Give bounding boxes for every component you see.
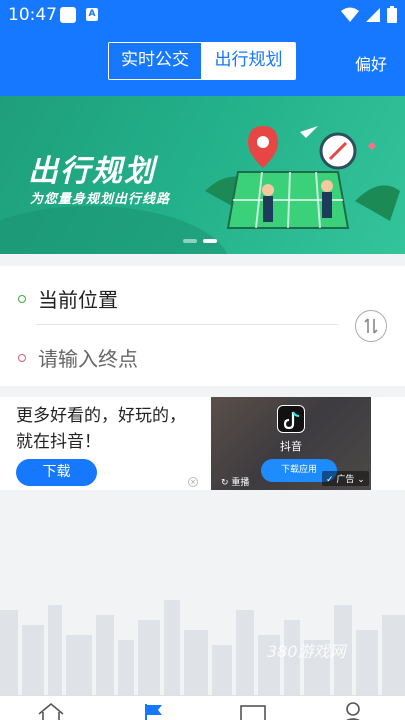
douyin-logo-icon (277, 405, 305, 433)
app-notification-icon: A (86, 8, 98, 21)
page-dot-active (203, 239, 217, 243)
ad-replay-label: 重播 (231, 478, 250, 488)
origin-field[interactable]: 当前位置 (18, 284, 118, 313)
nav-trip[interactable] (140, 702, 170, 720)
top-bar: 10:47 A 实时公交 出行规划 偏好 (0, 0, 405, 96)
swap-button[interactable] (355, 310, 387, 342)
flag-icon (145, 704, 162, 720)
ad-tag-label: 广告 (336, 475, 355, 485)
origin-label: 当前位置 (38, 288, 118, 312)
page-dot (183, 239, 197, 243)
origin-dot-icon (18, 294, 26, 303)
ad-download-button[interactable]: 下载 (16, 459, 97, 486)
ad-close-icon[interactable]: × (188, 477, 198, 487)
banner-title: 出行规划 (28, 154, 156, 189)
status-time: 10:47 (8, 5, 57, 25)
tab-realtime-bus[interactable]: 实时公交 (109, 43, 202, 79)
ad-video[interactable]: 抖音 下载应用 ↻ 重播 ✓ 广告 ⌄ (211, 397, 371, 490)
battery-icon (387, 6, 397, 23)
nav-card[interactable] (238, 702, 268, 720)
watermark: 380游戏网 (267, 642, 346, 661)
card-icon (240, 705, 266, 720)
mode-switch: 实时公交 出行规划 (108, 42, 296, 80)
divider (36, 324, 338, 325)
ad-text-line1: 更多好看的，好玩的， (16, 406, 186, 426)
nav-profile[interactable] (338, 702, 368, 720)
ad-replay-button[interactable]: ↻ 重播 (221, 475, 249, 488)
status-bar: 10:47 A (0, 0, 405, 30)
swap-arrows-icon (364, 318, 378, 334)
wifi-icon (341, 7, 359, 22)
ad-text: 更多好看的，好玩的， 就在抖音！ (16, 403, 186, 455)
destination-input[interactable]: 请输入终点 (18, 343, 138, 372)
home-icon (38, 702, 64, 720)
banner-subtitle: 为您量身规划出行线路 (30, 192, 171, 207)
signal-icon (366, 7, 380, 22)
promo-banner[interactable]: 出行规划 为您量身规划出行线路 (0, 96, 405, 254)
notification-icon (60, 7, 76, 23)
tab-trip-planning[interactable]: 出行规划 (202, 43, 295, 79)
ad-tag: ✓ 广告 ⌄ (322, 471, 369, 486)
destination-placeholder: 请输入终点 (38, 347, 138, 371)
ad-text-line2: 就在抖音！ (16, 432, 101, 452)
route-card: 当前位置 请输入终点 (0, 266, 405, 386)
nav-home[interactable] (36, 702, 66, 720)
ad-banner[interactable]: 更多好看的，好玩的， 就在抖音！ 下载 × 抖音 下载应用 ↻ 重播 ✓ 广告 … (0, 397, 405, 490)
banner-page-indicator (183, 239, 217, 243)
ad-app-name: 抖音 (280, 440, 302, 453)
destination-dot-icon (18, 353, 26, 362)
user-icon (346, 702, 360, 720)
preferences-button[interactable]: 偏好 (355, 51, 387, 75)
bottom-nav (0, 695, 405, 720)
